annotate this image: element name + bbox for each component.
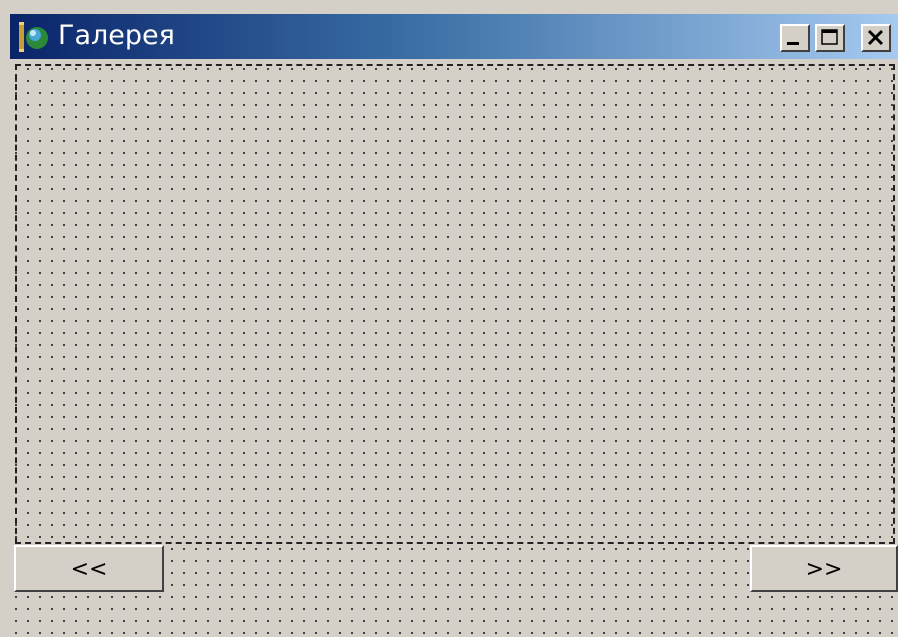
- app-icon: [18, 21, 50, 53]
- gallery-image-area: [15, 64, 895, 544]
- next-button[interactable]: >>: [750, 545, 898, 592]
- previous-button[interactable]: <<: [14, 545, 164, 592]
- close-icon: [867, 29, 884, 46]
- maximize-button[interactable]: [815, 24, 845, 52]
- minimize-icon: [787, 42, 799, 45]
- minimize-button[interactable]: [780, 24, 810, 52]
- window-title: Галерея: [58, 20, 175, 51]
- title-bar[interactable]: Галерея: [10, 14, 898, 59]
- gallery-window: Галерея << >>: [0, 0, 898, 637]
- close-button[interactable]: [861, 24, 891, 52]
- maximize-icon: [821, 29, 838, 45]
